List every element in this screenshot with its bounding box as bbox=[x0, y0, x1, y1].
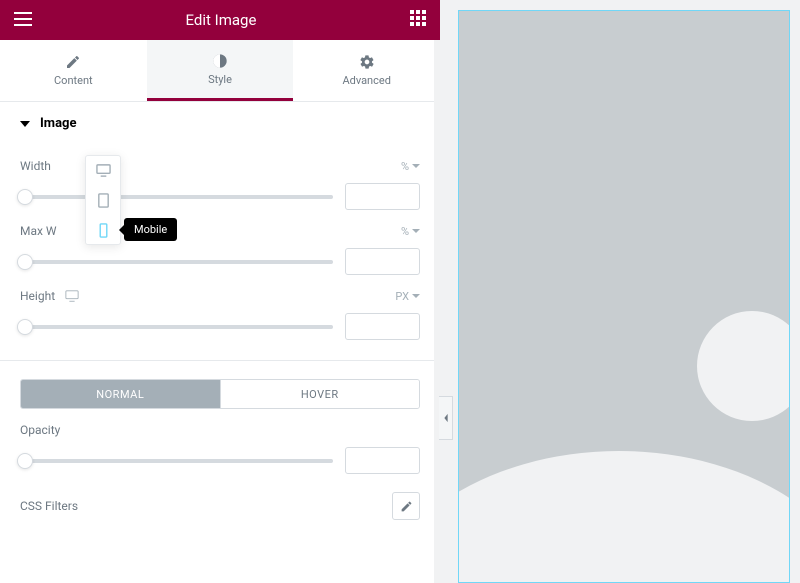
tab-style[interactable]: Style bbox=[147, 40, 294, 101]
max-width-slider[interactable] bbox=[20, 260, 333, 264]
width-label: Width bbox=[20, 159, 51, 173]
max-width-unit-label: % bbox=[401, 225, 409, 238]
chevron-down-icon bbox=[412, 294, 420, 298]
width-unit-select[interactable]: % bbox=[401, 160, 420, 173]
device-tablet[interactable] bbox=[95, 192, 111, 208]
height-slider[interactable] bbox=[20, 325, 333, 329]
tab-content[interactable]: Content bbox=[0, 40, 147, 101]
css-filters-label: CSS Filters bbox=[20, 499, 78, 513]
panel-title: Edit Image bbox=[186, 11, 257, 29]
state-normal[interactable]: NORMAL bbox=[21, 380, 220, 408]
chevron-down-icon bbox=[412, 229, 420, 233]
height-unit-select[interactable]: PX bbox=[395, 290, 420, 303]
apps-icon[interactable] bbox=[410, 10, 426, 30]
height-input[interactable] bbox=[345, 313, 420, 340]
canvas-preview bbox=[440, 0, 800, 583]
tab-advanced[interactable]: Advanced bbox=[293, 40, 440, 101]
tab-style-label: Style bbox=[208, 73, 232, 86]
opacity-label: Opacity bbox=[20, 423, 60, 437]
width-slider-thumb[interactable] bbox=[17, 189, 33, 205]
image-placeholder[interactable] bbox=[458, 10, 790, 583]
max-width-unit-select[interactable]: % bbox=[401, 225, 420, 238]
opacity-input[interactable] bbox=[345, 447, 420, 474]
device-desktop[interactable] bbox=[95, 162, 111, 178]
section-image-toggle[interactable]: Image bbox=[0, 102, 440, 145]
width-input[interactable] bbox=[345, 183, 420, 210]
device-mobile[interactable] bbox=[95, 222, 111, 238]
menu-icon[interactable] bbox=[14, 11, 32, 30]
chevron-down-icon bbox=[412, 164, 420, 168]
max-width-label: Max W bbox=[20, 224, 57, 238]
max-width-input[interactable] bbox=[345, 248, 420, 275]
state-segmented: NORMAL HOVER bbox=[20, 379, 420, 409]
chevron-left-icon bbox=[442, 413, 450, 423]
height-slider-thumb[interactable] bbox=[17, 319, 33, 335]
panel-collapse-handle[interactable] bbox=[439, 396, 453, 440]
width-slider[interactable] bbox=[20, 195, 333, 199]
state-hover[interactable]: HOVER bbox=[220, 380, 420, 408]
css-filters-edit-button[interactable] bbox=[392, 492, 420, 520]
height-unit-label: PX bbox=[395, 290, 409, 303]
opacity-slider[interactable] bbox=[20, 459, 333, 463]
responsive-device-popover: Mobile bbox=[85, 155, 121, 245]
responsive-icon[interactable] bbox=[65, 289, 79, 303]
placeholder-sun-shape bbox=[697, 311, 790, 421]
opacity-slider-thumb[interactable] bbox=[17, 453, 33, 469]
pencil-icon bbox=[400, 500, 413, 513]
tab-advanced-label: Advanced bbox=[342, 74, 390, 87]
tab-content-label: Content bbox=[54, 74, 93, 87]
caret-down-icon bbox=[20, 121, 30, 127]
placeholder-hill-shape bbox=[458, 451, 790, 583]
width-unit-label: % bbox=[401, 160, 409, 173]
device-tooltip: Mobile bbox=[124, 218, 177, 241]
max-width-slider-thumb[interactable] bbox=[17, 254, 33, 270]
section-image-label: Image bbox=[40, 116, 76, 131]
height-label: Height bbox=[20, 289, 55, 303]
